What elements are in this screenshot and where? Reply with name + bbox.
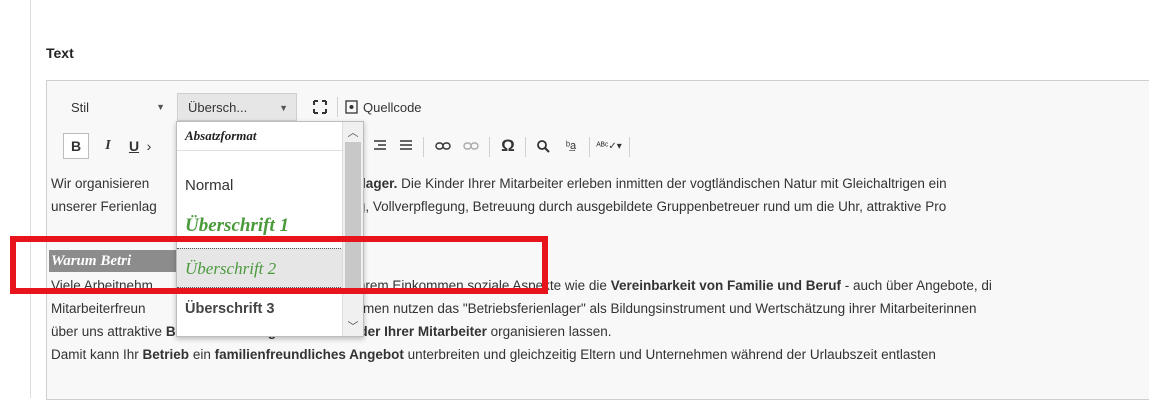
toolbar-separator [423,137,424,157]
menu-item-heading-3[interactable]: Überschrift 3 [177,292,343,326]
text-span-bold: familienfreundliches Angebot [214,347,404,362]
maximize-button[interactable] [309,94,331,120]
unlink-button[interactable] [459,133,483,159]
unlink-icon [463,142,479,150]
text-span: Damit kann Ihr [51,347,143,362]
link-button[interactable] [431,133,455,159]
section-label: Text [46,45,74,61]
text-span: über uns attraktive [51,324,166,339]
paragraph-line: Damit kann Ihr Betrieb ein familienfreun… [51,344,936,367]
toolbar-row-1: Stil ▼ Übersch... ▼ Quellcode [47,93,1149,123]
spellcheck-button[interactable]: ᴬᴮᶜ✓▾ [595,133,623,159]
chevron-down-icon[interactable]: ﹀ [343,318,363,334]
text-span-bold: Vereinbarkeit von Familie und Beruf [610,278,842,293]
chevron-down-icon: ▼ [156,102,165,112]
align-justify-button[interactable] [395,133,417,159]
strikethrough-button[interactable]: › [143,133,155,159]
text-span: hmen nutzen das "Betriebsferienlager" al… [355,301,977,316]
toolbar-separator [589,137,590,157]
bold-button[interactable]: B [63,133,89,159]
text-span-bold: Betrieb [142,347,190,362]
chevron-down-icon: ▼ [279,103,288,113]
format-dropdown-label: Übersch... [188,99,248,115]
text-span: ein [189,347,215,362]
text-span: unserer Ferienlag [51,199,157,214]
maximize-icon [313,100,327,114]
search-icon [537,140,550,153]
replace-icon: ᵇ͢a [565,140,577,152]
text-span: Mitarbeiterfreun [51,301,146,316]
text-span: unterbreiten und gleichzeitig Eltern und… [403,347,936,362]
chevron-up-icon[interactable]: ︿ [343,124,363,140]
align-justify-icon [400,140,412,150]
source-label: Quellcode [363,99,422,115]
menu-scrollbar[interactable]: ︿ ﹀ [342,122,363,336]
paragraph-format-menu[interactable]: Absatzformat Normal Überschrift 1 Übersc… [176,121,364,337]
link-icon [435,142,451,150]
text-span: Die Kinder Ihrer Mitarbeiter erleben inm… [397,176,947,191]
text-span: - auch über Angebote, di [841,278,992,293]
source-button[interactable]: Quellcode [345,94,425,120]
toolbar-separator [525,137,526,157]
text-span: chtung, Vollverpflegung, Betreuung durch… [324,199,947,214]
text-span: organisieren lassen. [486,324,612,339]
format-dropdown[interactable]: Übersch... ▼ [177,93,297,121]
style-dropdown[interactable]: Stil ▼ [61,93,173,121]
toolbar-separator [337,97,338,117]
replace-button[interactable]: ᵇ͢a [559,133,583,159]
toolbar-separator [489,137,490,157]
menu-header: Absatzformat [177,122,351,151]
divider [30,0,31,398]
text-span: Wir organisieren [51,176,150,191]
spellcheck-icon: ᴬᴮᶜ✓▾ [596,140,622,152]
page: Text Stil ▼ Übersch... ▼ Quellcode B I U… [0,0,1149,400]
source-icon [345,100,358,114]
red-highlight-annotation [10,236,548,294]
italic-button[interactable]: I [97,133,119,159]
toolbar-separator [629,137,630,157]
align-right-icon [374,140,386,150]
menu-item-normal[interactable]: Normal [177,168,343,204]
special-char-button[interactable]: Ω [497,133,519,159]
style-dropdown-label: Stil [71,99,90,115]
underline-button[interactable]: U [123,133,145,159]
omega-icon: Ω [501,136,515,155]
find-button[interactable] [531,133,555,159]
align-right-button[interactable] [369,133,391,159]
